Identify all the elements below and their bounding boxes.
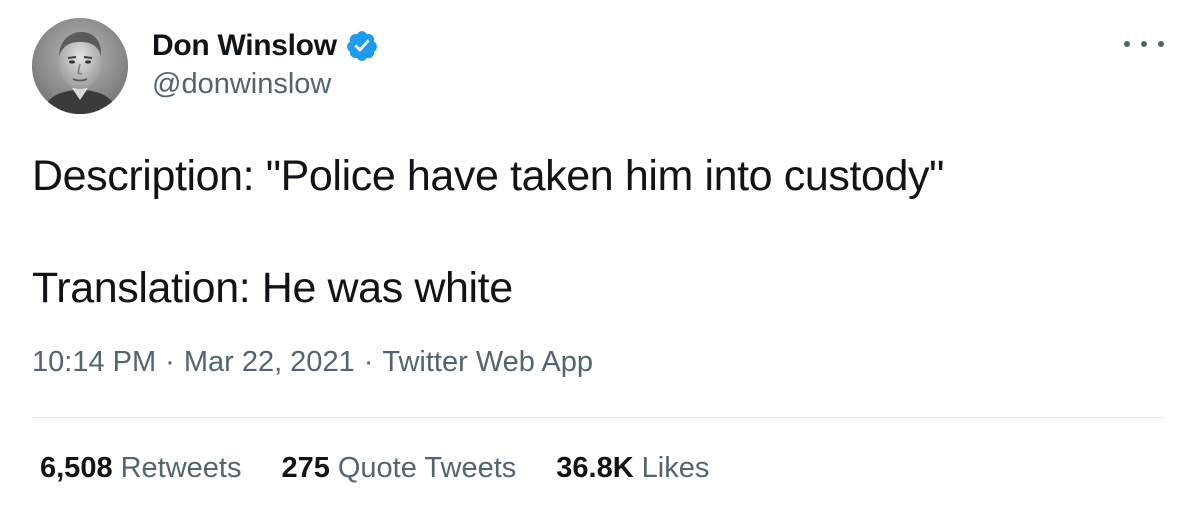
author-name-row[interactable]: Don Winslow (152, 26, 379, 66)
retweets-stat[interactable]: 6,508 Retweets (40, 452, 241, 485)
author-handle[interactable]: @donwinslow (152, 68, 331, 101)
divider (32, 417, 1164, 418)
more-dot (1124, 41, 1130, 47)
tweet-time[interactable]: 10:14 PM (32, 346, 156, 378)
tweet-date[interactable]: Mar 22, 2021 (184, 346, 355, 378)
retweets-label: Retweets (120, 452, 242, 484)
tweet-line-description: Description: "Police have taken him into… (32, 152, 944, 200)
tweet-source[interactable]: Twitter Web App (382, 346, 593, 378)
meta-separator: · (363, 346, 374, 378)
tweet-stats: 6,508 Retweets 275 Quote Tweets 36.8K Likes (40, 452, 749, 485)
tweet-meta: 10:14 PM · Mar 22, 2021 · Twitter Web App (32, 346, 593, 379)
quote-tweets-label: Quote Tweets (337, 452, 517, 484)
author-display-name[interactable]: Don Winslow (152, 29, 337, 63)
more-dot (1158, 41, 1164, 47)
likes-count: 36.8K (556, 452, 634, 484)
more-dot (1141, 41, 1147, 47)
more-options-icon[interactable] (1124, 34, 1164, 54)
profile-photo (32, 18, 128, 114)
quote-tweets-count: 275 (281, 452, 330, 484)
retweets-count: 6,508 (40, 452, 113, 484)
tweet-text: Description: "Police have taken him into… (32, 148, 1162, 316)
meta-separator: · (165, 346, 175, 378)
tweet-line-break (32, 204, 1162, 260)
verified-badge-icon (345, 29, 379, 63)
avatar[interactable] (32, 18, 128, 114)
tweet-line-translation: Translation: He was white (32, 264, 513, 312)
likes-label: Likes (641, 452, 710, 484)
likes-stat[interactable]: 36.8K Likes (556, 452, 709, 485)
quote-tweets-stat[interactable]: 275 Quote Tweets (281, 452, 516, 485)
